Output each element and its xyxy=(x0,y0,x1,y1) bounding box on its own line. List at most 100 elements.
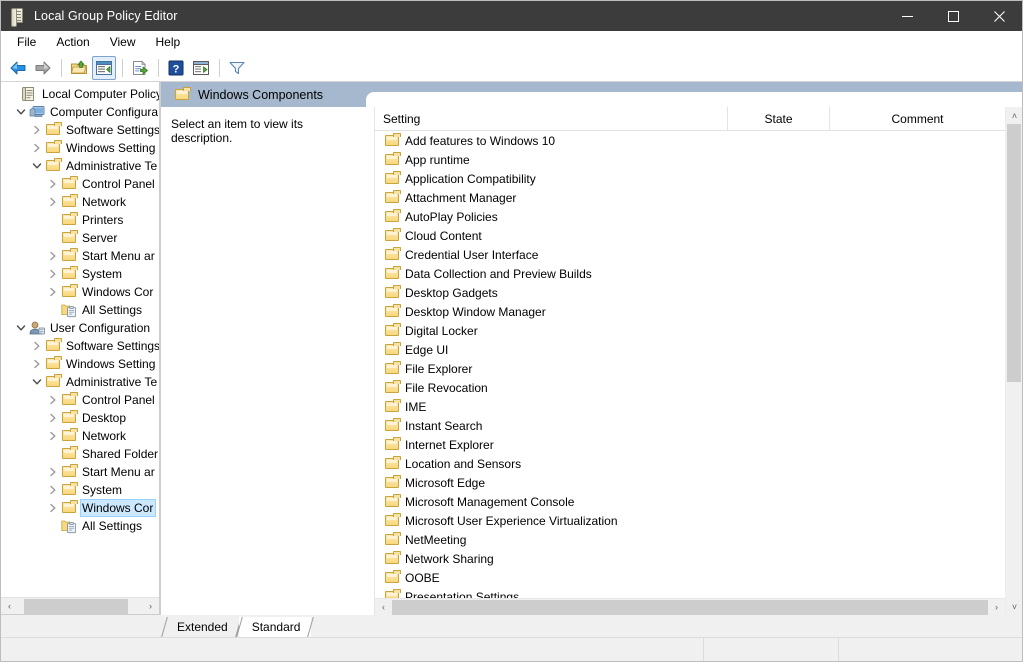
table-row[interactable]: Instant Search xyxy=(375,416,1005,435)
table-row[interactable]: Microsoft Edge xyxy=(375,473,1005,492)
table-row[interactable]: Attachment Manager xyxy=(375,188,1005,207)
chevron-down-icon[interactable] xyxy=(29,158,45,174)
table-row[interactable]: Microsoft Management Console xyxy=(375,492,1005,511)
tree-node[interactable]: Desktop xyxy=(1,409,159,427)
table-row[interactable]: Edge UI xyxy=(375,340,1005,359)
list-vertical-scrollbar[interactable]: ˄ ˅ xyxy=(1005,107,1022,615)
table-row[interactable]: Cloud Content xyxy=(375,226,1005,245)
export-list-icon[interactable] xyxy=(128,56,152,80)
tree-node[interactable]: All Settings xyxy=(1,301,159,319)
chevron-down-icon[interactable] xyxy=(13,104,29,120)
tree-node[interactable]: Windows Setting xyxy=(1,355,159,373)
settings-list[interactable]: Add features to Windows 10 App runtime App… xyxy=(375,131,1005,598)
chevron-right-icon[interactable] xyxy=(45,410,61,426)
tree-node[interactable]: Windows Cor xyxy=(1,499,159,517)
table-row[interactable]: Add features to Windows 10 xyxy=(375,131,1005,150)
tree-node[interactable]: Control Panel xyxy=(1,391,159,409)
menu-file[interactable]: File xyxy=(7,32,46,53)
table-row[interactable]: Network Sharing xyxy=(375,549,1005,568)
table-row[interactable]: Location and Sensors xyxy=(375,454,1005,473)
forward-icon[interactable] xyxy=(31,56,55,80)
table-row[interactable]: AutoPlay Policies xyxy=(375,207,1005,226)
chevron-right-icon[interactable] xyxy=(45,428,61,444)
tree-node[interactable]: Software Settings xyxy=(1,337,159,355)
tree-node[interactable]: Network xyxy=(1,427,159,445)
minimize-button[interactable] xyxy=(884,1,930,31)
table-row[interactable]: Credential User Interface xyxy=(375,245,1005,264)
table-row[interactable]: Desktop Gadgets xyxy=(375,283,1005,302)
chevron-right-icon[interactable] xyxy=(45,464,61,480)
tree-hscroll-right-arrow[interactable]: › xyxy=(142,598,159,615)
tree-hscroll-thumb[interactable] xyxy=(24,598,128,614)
column-header-state[interactable]: State xyxy=(728,107,830,130)
table-row[interactable]: Digital Locker xyxy=(375,321,1005,340)
maximize-button[interactable] xyxy=(930,1,976,31)
tree-node[interactable]: System xyxy=(1,481,159,499)
tree-node[interactable]: Computer Configura xyxy=(1,103,159,121)
tree-node[interactable]: Administrative Te xyxy=(1,157,159,175)
chevron-right-icon[interactable] xyxy=(45,194,61,210)
tree-node[interactable]: Software Settings xyxy=(1,121,159,139)
chevron-right-icon[interactable] xyxy=(45,266,61,282)
tree-node[interactable]: User Configuration xyxy=(1,319,159,337)
chevron-right-icon[interactable] xyxy=(45,176,61,192)
table-row[interactable]: App runtime xyxy=(375,150,1005,169)
tree-node[interactable]: Windows Setting xyxy=(1,139,159,157)
table-row[interactable]: IME xyxy=(375,397,1005,416)
tree-hscroll-track[interactable] xyxy=(18,597,142,614)
table-row[interactable]: Presentation Settings xyxy=(375,587,1005,598)
chevron-down-icon[interactable] xyxy=(29,374,45,390)
chevron-right-icon[interactable] xyxy=(45,284,61,300)
list-hscroll-right-arrow[interactable]: › xyxy=(988,599,1005,616)
show-hide-console-tree-icon[interactable] xyxy=(92,55,116,80)
tree-node[interactable]: Shared Folder xyxy=(1,445,159,463)
tree-node[interactable]: Control Panel xyxy=(1,175,159,193)
list-hscroll-track[interactable] xyxy=(392,598,988,616)
tree-node[interactable]: Administrative Te xyxy=(1,373,159,391)
tree-node[interactable]: Printers xyxy=(1,211,159,229)
tree-node[interactable]: Network xyxy=(1,193,159,211)
table-row[interactable]: File Explorer xyxy=(375,359,1005,378)
table-row[interactable]: Data Collection and Preview Builds xyxy=(375,264,1005,283)
tab-standard[interactable]: Standard xyxy=(238,617,312,637)
chevron-right-icon[interactable] xyxy=(45,500,61,516)
up-folder-icon[interactable] xyxy=(67,56,91,80)
tree-hscroll-left-arrow[interactable]: ‹ xyxy=(1,598,18,615)
list-hscroll-thumb[interactable] xyxy=(392,599,988,615)
back-icon[interactable] xyxy=(6,56,30,80)
chevron-right-icon[interactable] xyxy=(45,392,61,408)
chevron-right-icon[interactable] xyxy=(45,482,61,498)
tree-node[interactable]: System xyxy=(1,265,159,283)
chevron-down-icon[interactable] xyxy=(13,320,29,336)
list-vscroll-up-arrow[interactable]: ˄ xyxy=(1006,107,1023,124)
tree-node[interactable]: Start Menu ar xyxy=(1,247,159,265)
chevron-right-icon[interactable] xyxy=(29,140,45,156)
chevron-right-icon[interactable] xyxy=(29,356,45,372)
table-row[interactable]: Application Compatibility xyxy=(375,169,1005,188)
table-row[interactable]: File Revocation xyxy=(375,378,1005,397)
table-row[interactable]: Desktop Window Manager xyxy=(375,302,1005,321)
menu-view[interactable]: View xyxy=(100,32,146,53)
list-hscroll-left-arrow[interactable]: ‹ xyxy=(375,599,392,616)
filter-icon[interactable] xyxy=(225,56,249,80)
tab-extended[interactable]: Extended xyxy=(164,617,239,637)
table-row[interactable]: Microsoft User Experience Virtualization xyxy=(375,511,1005,530)
list-vscroll-thumb[interactable] xyxy=(1007,124,1021,382)
chevron-right-icon[interactable] xyxy=(29,122,45,138)
chevron-right-icon[interactable] xyxy=(29,338,45,354)
column-header-setting[interactable]: Setting xyxy=(375,107,728,130)
list-vscroll-track[interactable] xyxy=(1006,124,1022,598)
help-icon[interactable]: ? xyxy=(164,56,188,80)
show-action-pane-icon[interactable] xyxy=(189,56,213,80)
menu-action[interactable]: Action xyxy=(46,32,99,53)
table-row[interactable]: NetMeeting xyxy=(375,530,1005,549)
column-header-comment[interactable]: Comment xyxy=(830,107,1005,130)
close-button[interactable] xyxy=(976,1,1022,31)
tree-node[interactable]: Windows Cor xyxy=(1,283,159,301)
console-tree[interactable]: Local Computer Policy Computer Configura S… xyxy=(1,82,159,597)
table-row[interactable]: Internet Explorer xyxy=(375,435,1005,454)
tree-node[interactable]: Server xyxy=(1,229,159,247)
tree-node[interactable]: Local Computer Policy xyxy=(1,85,159,103)
table-row[interactable]: OOBE xyxy=(375,568,1005,587)
tree-horizontal-scrollbar[interactable]: ‹ › xyxy=(1,597,159,614)
